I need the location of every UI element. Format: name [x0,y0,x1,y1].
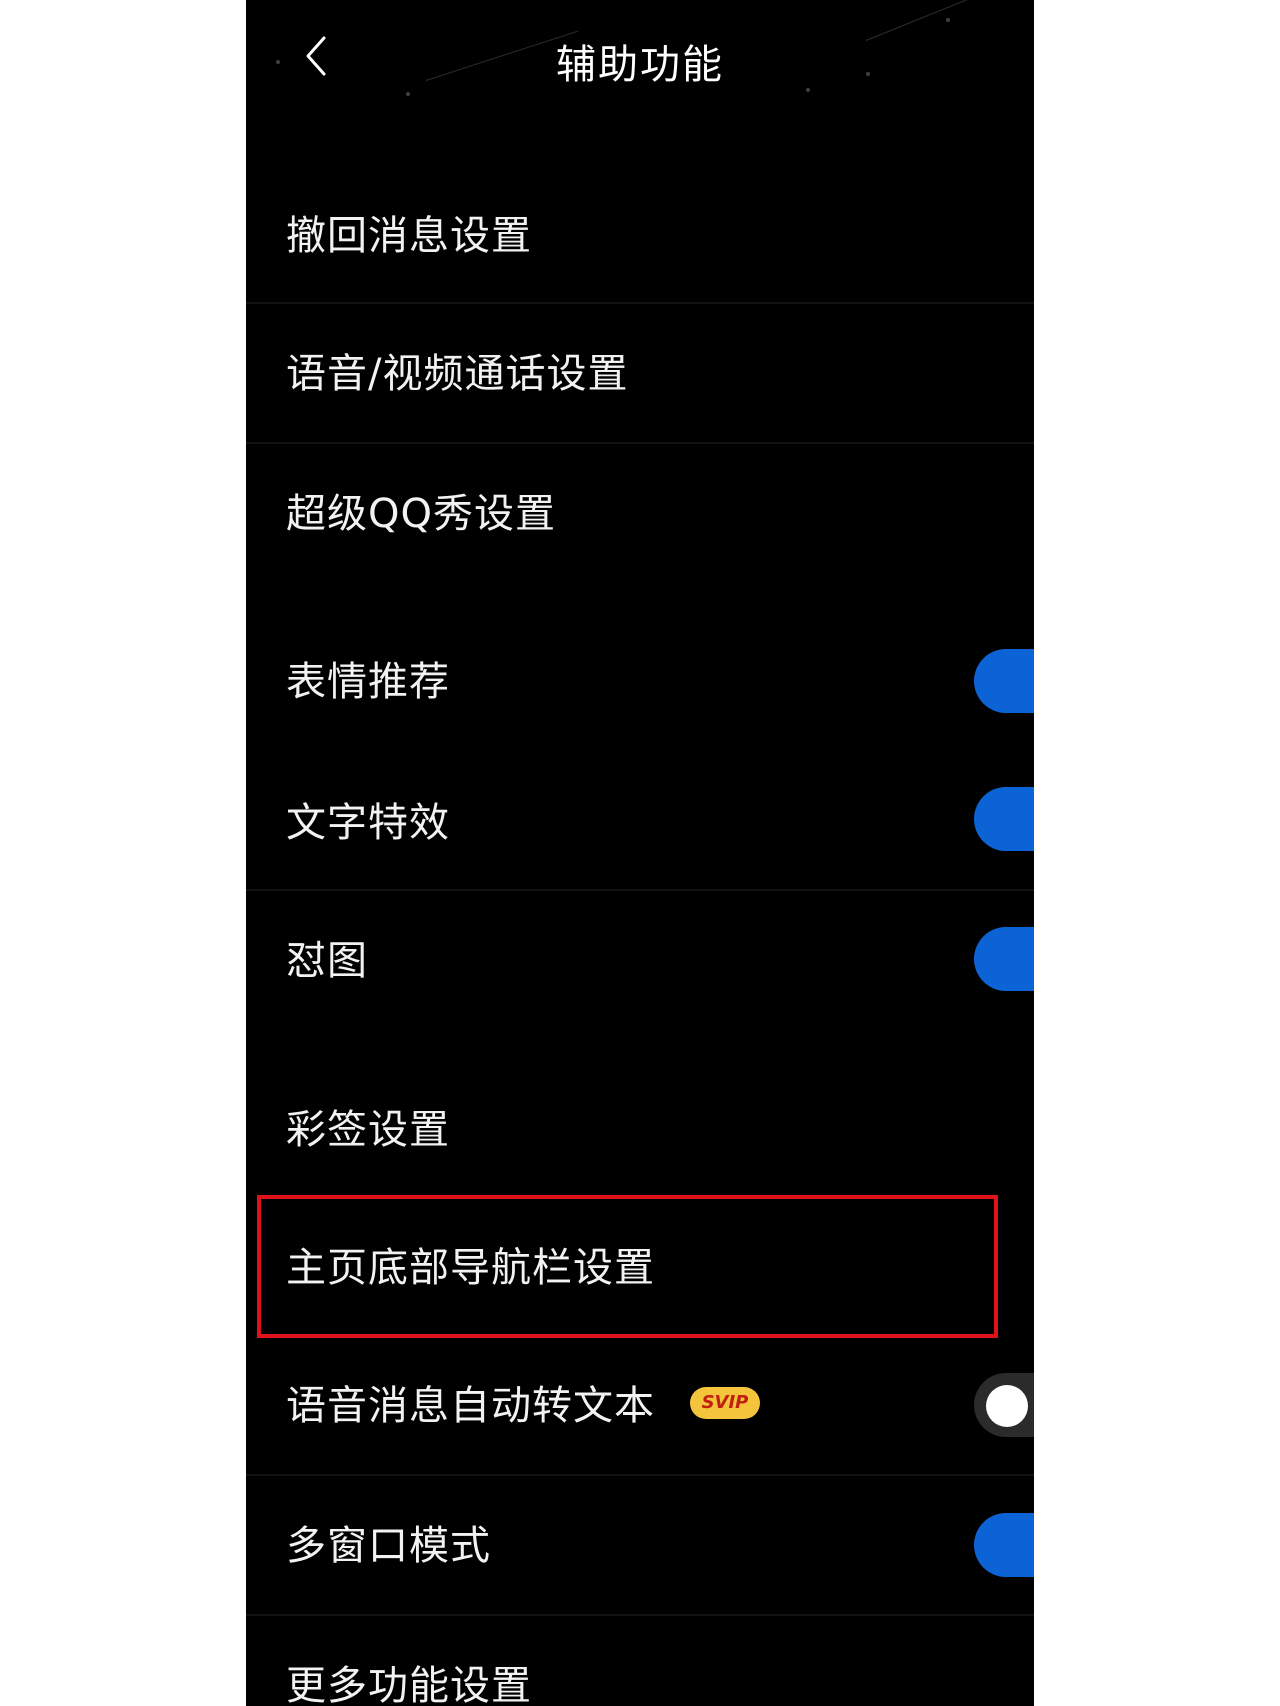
meme-toggle[interactable] [974,927,1034,991]
divider [246,302,1034,304]
setting-label: 语音/视频通话设置 [286,351,629,397]
setting-label: 更多功能设置 [286,1663,532,1706]
divider [246,1614,1034,1616]
setting-row-emoji-recommend: 表情推荐 [246,613,1034,752]
toggle-knob [986,1385,1028,1427]
setting-label: 表情推荐 [286,659,450,705]
setting-row-color-tag[interactable]: 彩签设置 [246,1061,1034,1200]
setting-label: 语音消息自动转文本 [286,1383,655,1429]
divider [246,889,1034,891]
text-effect-toggle[interactable] [974,787,1034,851]
setting-label: 怼图 [286,938,368,984]
setting-row-voice-to-text: 语音消息自动转文本 SVIP [246,1337,1034,1476]
header-bar: 辅助功能 [246,0,1034,115]
setting-label: 多窗口模式 [286,1523,491,1569]
multi-window-toggle[interactable] [974,1513,1034,1577]
setting-label: 彩签设置 [286,1107,450,1153]
setting-row-multi-window: 多窗口模式 [246,1477,1034,1616]
svip-badge: SVIP [690,1387,760,1419]
setting-row-bottom-nav[interactable]: 主页底部导航栏设置 [246,1199,1034,1338]
emoji-recommend-toggle[interactable] [974,649,1034,713]
page-title: 辅助功能 [556,42,724,88]
setting-row-super-show[interactable]: 超级QQ秀设置 [246,445,1034,584]
setting-row-call[interactable]: 语音/视频通话设置 [246,305,1034,444]
phone-screen: 辅助功能 撤回消息设置 语音/视频通话设置 超级QQ秀设置 表情推荐 文字特效 … [246,0,1034,1706]
setting-label: 文字特效 [286,800,450,846]
setting-label: 撤回消息设置 [286,213,532,259]
voice-to-text-toggle[interactable] [974,1373,1034,1437]
setting-label: 主页底部导航栏设置 [286,1245,655,1291]
setting-row-text-effect: 文字特效 [246,754,1034,893]
setting-row-recall[interactable]: 撤回消息设置 [246,167,1034,306]
divider [246,442,1034,444]
setting-label: 超级QQ秀设置 [286,491,556,537]
setting-row-meme: 怼图 [246,892,1034,1031]
setting-row-more[interactable]: 更多功能设置 [246,1617,1034,1706]
divider [246,1474,1034,1476]
